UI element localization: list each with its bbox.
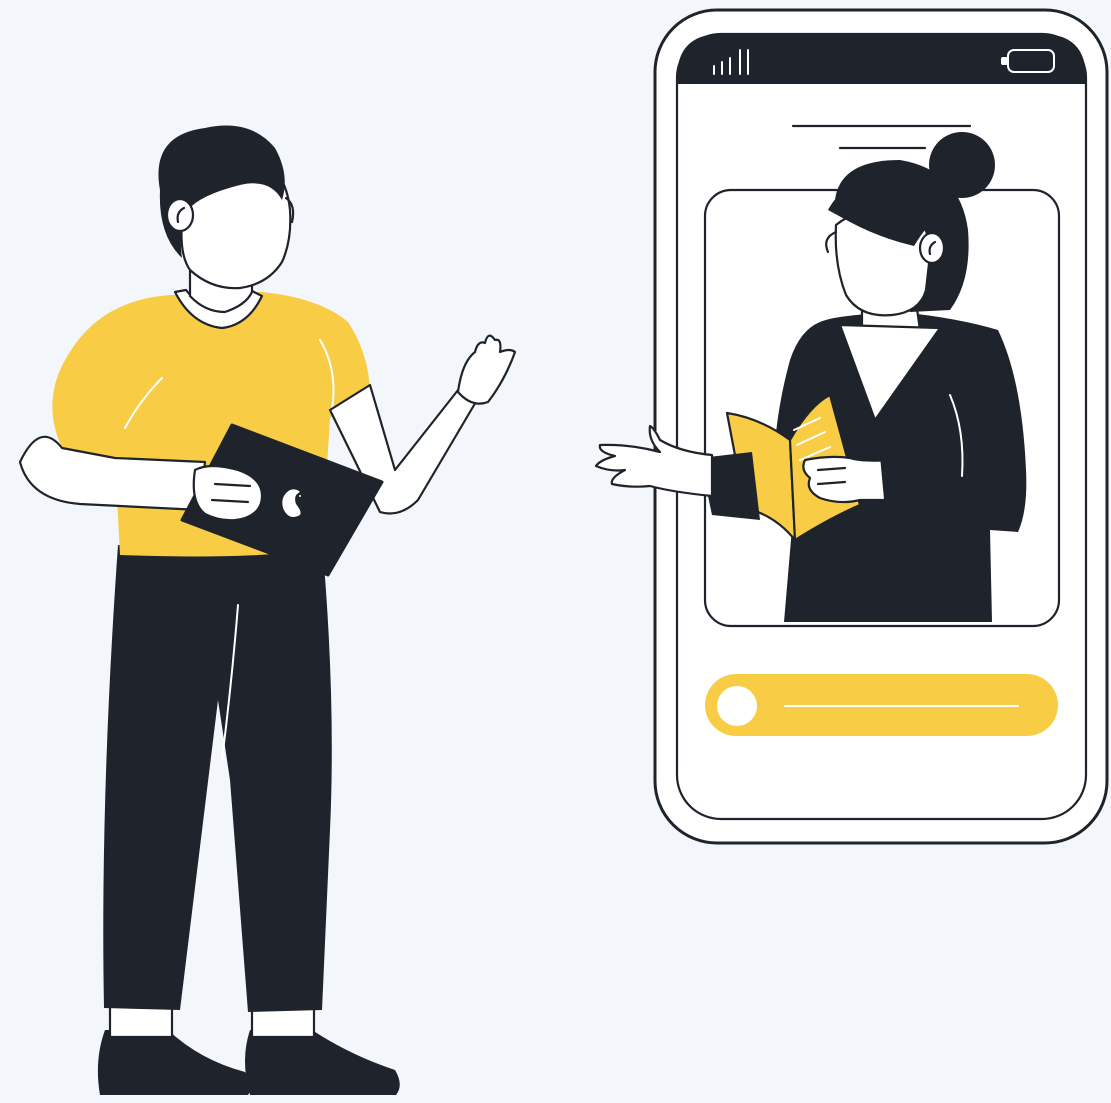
- man-raised-hand: [456, 334, 517, 405]
- video-call-illustration: [18, 8, 1109, 1095]
- call-slider-knob[interactable]: [717, 686, 757, 726]
- man-pants: [103, 540, 332, 1012]
- phone-status-bar: [677, 34, 1086, 84]
- woman-hair-bun: [929, 132, 995, 198]
- call-slider[interactable]: [705, 674, 1058, 736]
- man-standing: [18, 125, 517, 1095]
- man-left-shoe: [97, 1030, 251, 1095]
- man-right-shoe: [245, 1030, 400, 1095]
